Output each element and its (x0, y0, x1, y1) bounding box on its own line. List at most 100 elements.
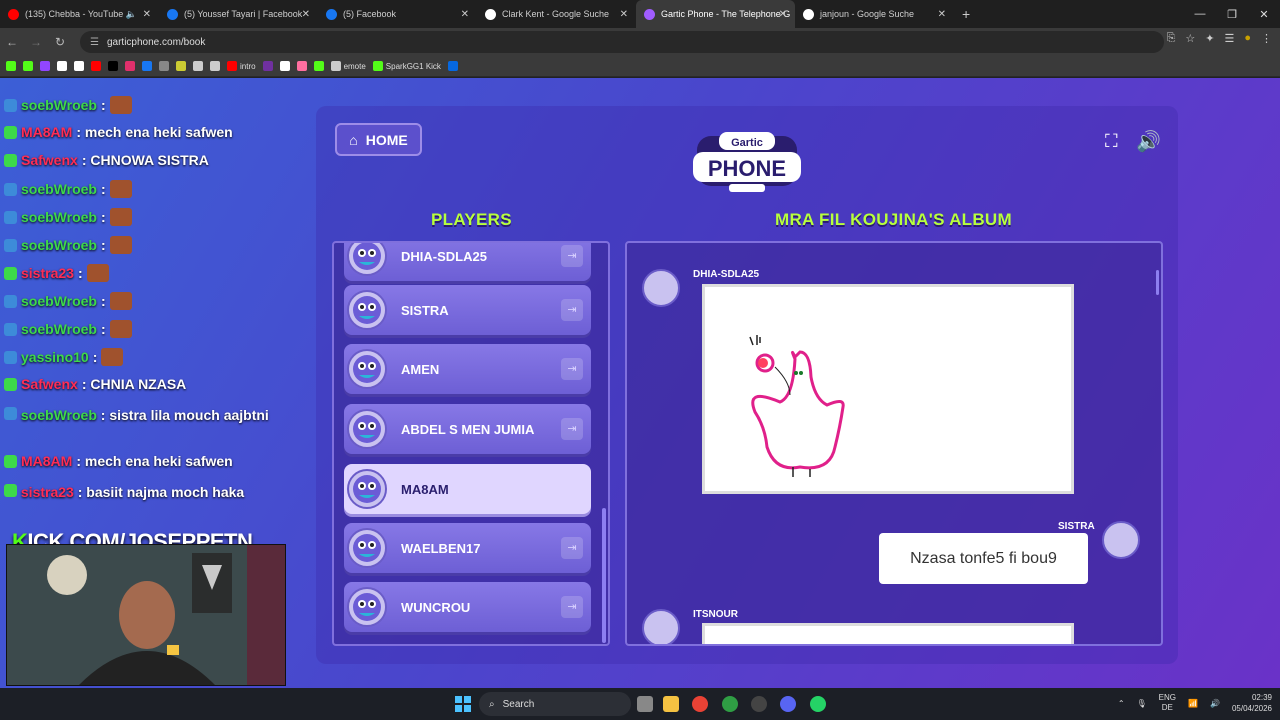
bookmark-item[interactable]: emote (330, 61, 366, 71)
chat-message: Safwenx : CHNOWA SISTRA (4, 152, 209, 168)
bookmark-item[interactable] (159, 61, 169, 71)
kick-player-icon[interactable]: ⇥ (561, 358, 583, 380)
bookmark-item[interactable] (57, 61, 67, 71)
browser-tab-bar: (135) Chebba - YouTube 🔈 ✕ (5) Youssef Tay… (0, 0, 1280, 28)
player-card[interactable]: WAELBEN17 ⇥ (344, 523, 591, 573)
bookmark-item[interactable] (6, 61, 16, 71)
bookmark-label: intro (240, 61, 256, 71)
kick-player-icon[interactable]: ⇥ (561, 245, 583, 267)
bookmark-item[interactable] (91, 61, 101, 71)
bookmark-item[interactable] (142, 61, 152, 71)
xbox-icon[interactable] (722, 696, 738, 712)
bookmark-icon (227, 61, 237, 71)
profile-icon[interactable]: ● (1244, 32, 1251, 45)
players-list[interactable]: DHIA-SDLA25 ⇥ SISTRA ⇥ AMEN ⇥ ABDEL S MEN JUMI… (332, 241, 610, 646)
bookmark-item[interactable] (23, 61, 33, 71)
chat-badge-icon (4, 294, 17, 308)
bookmark-item[interactable] (125, 61, 135, 71)
bookmark-item[interactable] (313, 61, 324, 71)
new-tab-button[interactable]: + (962, 6, 970, 22)
kick-player-icon[interactable]: ⇥ (561, 418, 583, 440)
album-viewer[interactable]: DHIA-SDLA25 SISTRA Nzasa tonfe5 fi bou9 … (625, 241, 1163, 646)
player-card[interactable]: WUNCROU ⇥ (344, 582, 591, 632)
bookmark-item[interactable] (262, 61, 273, 71)
language-indicator[interactable]: ENG DE (1159, 693, 1176, 713)
tab-google-1[interactable]: Clark Kent - Google Suche ✕ (477, 0, 636, 28)
chrome-icon[interactable] (692, 696, 708, 712)
close-icon[interactable]: ✕ (143, 9, 151, 20)
close-icon[interactable]: ✕ (620, 9, 628, 20)
bookmark-item[interactable] (193, 61, 203, 71)
bookmark-icon (159, 61, 169, 71)
player-card[interactable]: MA8AM (344, 464, 591, 514)
tab-facebook-1[interactable]: (5) Youssef Tayari | Facebook ✕ (159, 0, 318, 28)
close-window-icon[interactable]: ✕ (1248, 8, 1280, 21)
star-icon[interactable]: ☆ (1185, 32, 1195, 45)
player-card[interactable]: AMEN ⇥ (344, 344, 591, 394)
home-button[interactable]: ⌂ HOME (335, 123, 422, 156)
player-card[interactable]: ABDEL S MEN JUMIA ⇥ (344, 404, 591, 454)
forward-icon[interactable]: → (24, 35, 48, 49)
close-icon[interactable]: ✕ (779, 9, 787, 20)
bookmark-item[interactable] (279, 61, 290, 71)
microphone-icon[interactable]: 🎙 (1137, 699, 1147, 708)
bookmark-item[interactable] (210, 61, 220, 71)
bookmark-item[interactable] (74, 61, 84, 71)
more-icon[interactable]: ⋮ (1261, 32, 1272, 45)
back-icon[interactable]: ← (0, 35, 24, 49)
whatsapp-icon[interactable] (810, 696, 826, 712)
close-icon[interactable]: ✕ (302, 9, 310, 20)
restore-icon[interactable]: ❐ (1216, 8, 1248, 21)
extensions-icon[interactable]: ✦ (1205, 32, 1214, 45)
url-field[interactable]: ☰ garticphone.com/book (80, 31, 1164, 53)
reload-icon[interactable]: ↻ (48, 35, 72, 49)
translate-icon[interactable]: ⎘ (1167, 32, 1176, 45)
bookmark-item[interactable] (40, 61, 50, 71)
task-view-icon[interactable] (637, 696, 653, 712)
bookmark-item[interactable] (176, 61, 186, 71)
kick-player-icon[interactable]: ⇥ (561, 596, 583, 618)
volume-icon[interactable]: 🔊 (1210, 699, 1220, 708)
album-scrollbar[interactable] (1156, 270, 1159, 295)
site-info-icon[interactable]: ☰ (90, 37, 99, 48)
kick-player-icon[interactable]: ⇥ (561, 299, 583, 321)
bookmark-item[interactable] (447, 61, 458, 71)
player-name: SISTRA (401, 302, 449, 318)
speaker-icon[interactable]: 🔈 (126, 9, 137, 20)
menu-icon[interactable]: ☰ (1224, 32, 1234, 45)
player-card[interactable]: SISTRA ⇥ (344, 285, 591, 335)
file-explorer-icon[interactable] (663, 696, 679, 712)
bookmark-icon (40, 61, 50, 71)
player-avatar (642, 609, 680, 644)
players-scrollbar[interactable] (602, 508, 606, 643)
address-bar-row: ← → ↻ ☰ garticphone.com/book ⎘ ☆ ✦ ☰ ● ⋮ (0, 28, 1280, 56)
app-icon[interactable] (751, 696, 767, 712)
wifi-icon[interactable]: 📶 (1188, 699, 1198, 708)
chat-text: : mech ena heki safwen (76, 124, 233, 140)
bookmark-item[interactable]: intro (227, 61, 256, 71)
entry-author: SISTRA (1058, 521, 1095, 532)
chevron-up-icon[interactable]: ⌃ (1118, 699, 1125, 708)
tab-facebook-2[interactable]: (5) Facebook ✕ (318, 0, 477, 28)
close-icon[interactable]: ✕ (461, 9, 469, 20)
speaker-icon[interactable]: 🔊 (1136, 129, 1161, 154)
player-card[interactable]: DHIA-SDLA25 ⇥ (344, 243, 591, 281)
clock[interactable]: 02:39 05/04/2026 (1232, 692, 1272, 714)
chat-username: Safwenx (21, 376, 78, 392)
bookmark-item[interactable]: SparkGG1 Kick (372, 61, 441, 71)
discord-icon[interactable] (780, 696, 796, 712)
windows-start-icon[interactable] (455, 696, 471, 712)
tab-gartic-phone[interactable]: Gartic Phone - The Telephone G ✕ (636, 0, 795, 28)
bookmark-item[interactable] (108, 61, 118, 71)
kick-player-icon[interactable]: ⇥ (561, 537, 583, 559)
lang-bottom: DE (1161, 703, 1173, 712)
taskbar-search[interactable]: ⌕ Search (479, 692, 631, 716)
minimize-icon[interactable]: — (1184, 8, 1216, 20)
tab-google-2[interactable]: janjoun - Google Suche ✕ (795, 0, 954, 28)
tab-youtube[interactable]: (135) Chebba - YouTube 🔈 ✕ (0, 0, 159, 28)
chat-badge-icon (4, 350, 17, 364)
close-icon[interactable]: ✕ (938, 9, 946, 20)
bookmark-item[interactable] (296, 61, 307, 71)
chat-username: sistra23 (20, 484, 74, 500)
fullscreen-icon[interactable]: ⛶ (1105, 131, 1118, 152)
